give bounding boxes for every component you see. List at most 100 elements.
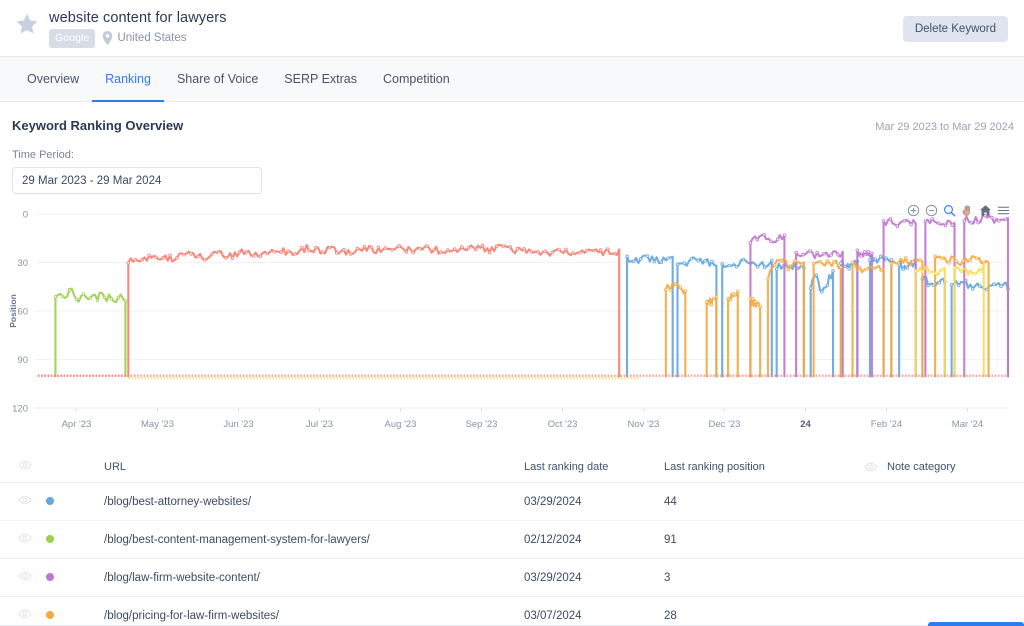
series-point bbox=[799, 262, 804, 267]
series-point bbox=[683, 289, 688, 293]
row-url[interactable]: /blog/best-content-management-system-for… bbox=[104, 520, 524, 559]
row-visibility-cell[interactable] bbox=[0, 520, 46, 559]
series-point bbox=[862, 250, 867, 254]
series-point bbox=[772, 263, 777, 267]
table-row[interactable]: /blog/pricing-for-law-firm-websites/03/0… bbox=[0, 596, 1024, 626]
series-point bbox=[909, 222, 913, 227]
series-point bbox=[857, 265, 862, 270]
time-period-input[interactable] bbox=[12, 167, 262, 194]
tab-serp-extras[interactable]: SERP Extras bbox=[271, 58, 370, 102]
column-url[interactable]: URL bbox=[104, 454, 524, 483]
series-line bbox=[54, 287, 127, 378]
series-point bbox=[889, 261, 894, 266]
series-point bbox=[847, 267, 851, 271]
series-point bbox=[755, 302, 760, 307]
series-color-dot bbox=[46, 610, 54, 619]
keyword-title-group: website content for lawyers Google Unite… bbox=[49, 9, 227, 48]
series-point bbox=[439, 250, 443, 254]
series-point bbox=[678, 285, 683, 290]
tab-ranking[interactable]: Ranking bbox=[92, 58, 164, 102]
row-visibility-cell[interactable] bbox=[0, 482, 46, 521]
series-point bbox=[734, 264, 739, 269]
eye-icon[interactable] bbox=[864, 462, 878, 472]
primary-action-button[interactable] bbox=[928, 622, 1024, 626]
series-point bbox=[999, 284, 1003, 289]
series-point bbox=[244, 250, 249, 254]
location-label: United States bbox=[117, 32, 187, 45]
series-point bbox=[216, 249, 221, 254]
panning-icon[interactable] bbox=[961, 204, 974, 217]
row-url[interactable]: /blog/law-firm-website-content/ bbox=[104, 558, 524, 597]
series-point bbox=[843, 264, 847, 269]
row-visibility-cell[interactable] bbox=[0, 558, 46, 597]
row-series-color-cell bbox=[46, 482, 104, 521]
tab-overview[interactable]: Overview bbox=[14, 58, 92, 102]
row-url[interactable]: /blog/best-attorney-websites/ bbox=[104, 482, 524, 521]
series-point bbox=[940, 256, 944, 261]
series-point bbox=[625, 254, 629, 259]
series-62a7e0 bbox=[625, 253, 1010, 378]
series-point bbox=[755, 265, 760, 269]
series-point bbox=[81, 292, 86, 297]
table-row[interactable]: /blog/law-firm-website-content/03/29/202… bbox=[0, 558, 1024, 597]
star-icon[interactable] bbox=[14, 11, 40, 37]
eye-icon[interactable] bbox=[18, 495, 32, 505]
series-point bbox=[418, 246, 422, 251]
series-point bbox=[923, 219, 928, 224]
series-point bbox=[930, 217, 934, 221]
series-point bbox=[508, 245, 513, 249]
series-point bbox=[762, 232, 766, 237]
table-row[interactable]: /blog/best-content-management-system-for… bbox=[0, 520, 1024, 559]
home-reset-icon[interactable] bbox=[979, 204, 992, 217]
column-last-ranking-position[interactable]: Last ranking position bbox=[664, 454, 864, 483]
series-point bbox=[755, 237, 759, 242]
series-point bbox=[831, 268, 835, 273]
selection-zoom-icon[interactable] bbox=[943, 204, 956, 217]
ranking-chart-svg[interactable]: 0 30 60 90 120 Position Apr '23 May '23 Jun '23 J… bbox=[0, 202, 1024, 450]
menu-icon[interactable] bbox=[997, 204, 1010, 217]
series-point bbox=[822, 251, 826, 256]
series-point bbox=[920, 269, 925, 274]
series-line bbox=[775, 262, 805, 378]
x-axis-tick: May '23 bbox=[141, 419, 174, 430]
table-row[interactable]: /blog/best-attorney-websites/03/29/2024 4… bbox=[0, 482, 1024, 521]
series-point bbox=[328, 245, 332, 250]
series-point bbox=[348, 252, 353, 256]
series-point bbox=[632, 259, 636, 264]
series-color-dot bbox=[46, 496, 54, 505]
series-point bbox=[67, 287, 72, 292]
eye-icon[interactable] bbox=[18, 533, 32, 543]
row-visibility-cell[interactable] bbox=[0, 596, 46, 626]
zoom-in-icon[interactable] bbox=[907, 204, 920, 217]
series-line bbox=[868, 253, 893, 378]
column-last-ranking-date[interactable]: Last ranking date bbox=[524, 454, 664, 483]
series-point bbox=[970, 287, 975, 291]
eye-icon[interactable] bbox=[18, 460, 32, 470]
series-point bbox=[404, 250, 408, 254]
zoom-out-icon[interactable] bbox=[925, 204, 938, 217]
chart-toolbar bbox=[907, 204, 1010, 217]
series-point bbox=[748, 241, 753, 245]
eye-icon[interactable] bbox=[18, 571, 32, 581]
series-point bbox=[808, 286, 813, 290]
row-url[interactable]: /blog/pricing-for-law-firm-websites/ bbox=[104, 596, 524, 626]
series-point bbox=[774, 267, 779, 272]
ranking-url-table: URL Last ranking date Last ranking posit… bbox=[0, 454, 1024, 626]
series-point bbox=[355, 246, 360, 251]
series-point bbox=[209, 252, 214, 257]
series-point bbox=[949, 282, 954, 287]
tab-competition[interactable]: Competition bbox=[370, 58, 463, 102]
series-point bbox=[850, 260, 855, 265]
series-point bbox=[411, 250, 415, 255]
series-point bbox=[758, 305, 762, 309]
series-point bbox=[102, 295, 107, 300]
delete-keyword-button[interactable]: Delete Keyword bbox=[902, 16, 1008, 42]
eye-icon[interactable] bbox=[18, 609, 32, 619]
series-point bbox=[753, 299, 758, 304]
series-point bbox=[968, 258, 972, 263]
series-point bbox=[709, 302, 714, 307]
series-point bbox=[911, 260, 915, 264]
series-point bbox=[872, 266, 876, 271]
tab-share-of-voice[interactable]: Share of Voice bbox=[164, 58, 271, 102]
series-point bbox=[272, 250, 276, 254]
